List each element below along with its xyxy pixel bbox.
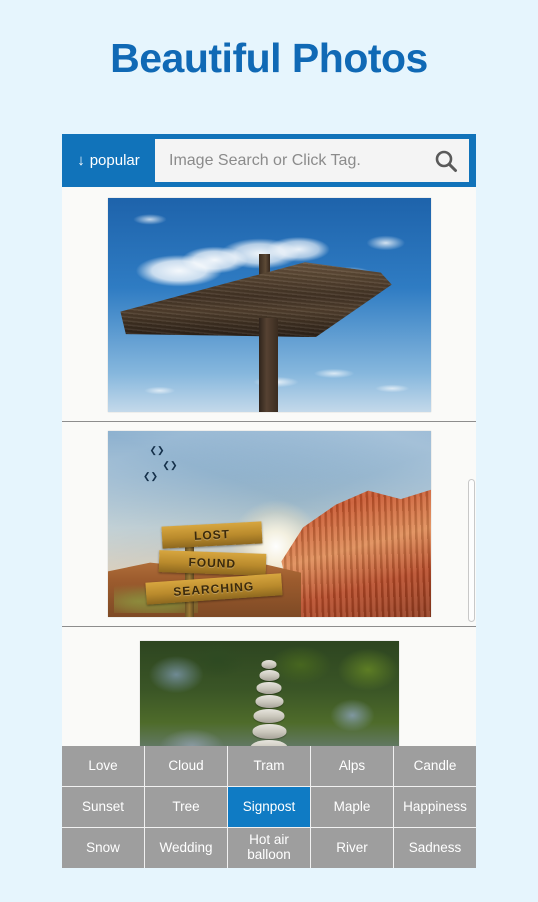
photo-desert-signs[interactable]: ❮❯ ❮❯ ❮❯ LOST FOUND SEARCHING xyxy=(107,431,431,617)
arrow-down-icon: ↓ xyxy=(77,152,85,169)
photo-card[interactable]: ❮❯ ❮❯ ❮❯ LOST FOUND SEARCHING xyxy=(62,422,476,627)
photo-card[interactable] xyxy=(62,187,476,422)
tag-cell-alps[interactable]: Alps xyxy=(311,746,393,786)
tag-cell-happiness[interactable]: Happiness xyxy=(394,787,476,827)
search-input[interactable] xyxy=(169,151,433,170)
photo-signpost-sky[interactable] xyxy=(107,198,431,412)
tag-cell-signpost[interactable]: Signpost xyxy=(228,787,310,827)
stone xyxy=(253,709,285,724)
tag-cell-tree[interactable]: Tree xyxy=(145,787,227,827)
tag-cell-cloud[interactable]: Cloud xyxy=(145,746,227,786)
tag-cell-candle[interactable]: Candle xyxy=(394,746,476,786)
stone-cairn xyxy=(250,660,288,757)
stone xyxy=(261,660,277,670)
tag-grid: Love Cloud Tram Alps Candle Sunset Tree … xyxy=(62,746,476,868)
sort-popular-label: popular xyxy=(89,152,140,169)
stone xyxy=(259,670,279,682)
search-field[interactable] xyxy=(155,139,469,182)
photo-stone-cairn[interactable] xyxy=(139,641,399,761)
tag-cell-river[interactable]: River xyxy=(311,828,393,868)
tag-cell-love[interactable]: Love xyxy=(62,746,144,786)
page-title: Beautiful Photos xyxy=(110,35,428,81)
tag-cell-maple[interactable]: Maple xyxy=(311,787,393,827)
scrollbar-thumb[interactable] xyxy=(468,479,475,622)
tag-cell-sadness[interactable]: Sadness xyxy=(394,828,476,868)
tag-cell-wedding[interactable]: Wedding xyxy=(145,828,227,868)
sort-popular-button[interactable]: ↓ popular xyxy=(62,152,155,169)
bird-icon: ❮❯ xyxy=(143,470,159,481)
tag-cell-sunset[interactable]: Sunset xyxy=(62,787,144,827)
tag-cell-hot-air-balloon[interactable]: Hot air balloon xyxy=(228,828,310,868)
signpost-pole xyxy=(259,317,279,412)
tag-cell-tram[interactable]: Tram xyxy=(228,746,310,786)
bird-icon: ❮❯ xyxy=(162,459,178,470)
stone xyxy=(255,695,283,709)
stone xyxy=(252,724,286,740)
stone xyxy=(256,682,282,695)
tag-cell-snow[interactable]: Snow xyxy=(62,828,144,868)
sign-found: FOUND xyxy=(158,550,267,577)
search-bar: ↓ popular xyxy=(62,134,476,187)
search-icon[interactable] xyxy=(433,148,459,174)
bird-icon: ❮❯ xyxy=(149,444,165,455)
